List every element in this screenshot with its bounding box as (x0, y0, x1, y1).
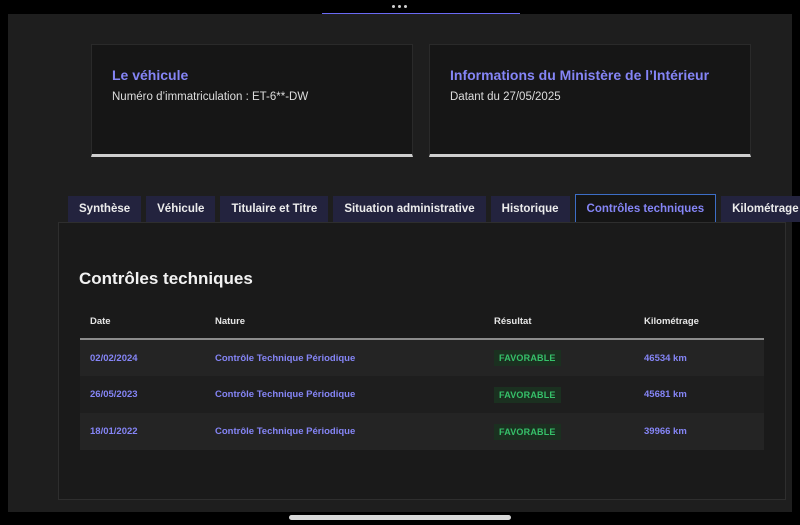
tab-synthese[interactable]: Synthèse (68, 196, 142, 222)
row-mileage: 39966 km (634, 413, 764, 450)
status-badge: FAVORABLE (494, 350, 561, 366)
column-header-mileage: Kilométrage (634, 305, 764, 340)
row-mileage: 46534 km (634, 339, 764, 376)
more-options-icon[interactable] (392, 2, 408, 10)
row-mileage: 45681 km (634, 376, 764, 413)
table-row: 02/02/2024 Contrôle Technique Périodique… (80, 339, 764, 376)
vehicle-card: Le véhicule Numéro d’immatriculation : E… (91, 44, 413, 157)
tab-situation-administrative[interactable]: Situation administrative (333, 196, 486, 222)
row-date: 18/01/2022 (80, 413, 205, 450)
ministry-info-card: Informations du Ministère de l’Intérieur… (429, 44, 751, 157)
status-badge: FAVORABLE (494, 386, 561, 403)
vehicle-card-title: Le véhicule (112, 67, 189, 83)
row-nature: Contrôle Technique Périodique (205, 413, 484, 450)
column-header-result: Résultat (484, 305, 634, 340)
row-result-cell: FAVORABLE (484, 413, 634, 450)
table-header-row: Date Nature Résultat Kilométrage (80, 305, 764, 340)
tab-bar: Synthèse Véhicule Titulaire et Titre Sit… (68, 194, 800, 223)
row-result-cell: FAVORABLE (484, 376, 634, 413)
home-indicator[interactable] (289, 515, 511, 520)
controles-panel: Contrôles techniques Date Nature Résulta… (58, 222, 786, 500)
ministry-card-title: Informations du Ministère de l’Intérieur (450, 67, 710, 83)
section-title: Contrôles techniques (79, 269, 253, 288)
column-header-nature: Nature (205, 305, 484, 340)
ministry-info-date: Datant du 27/05/2025 (450, 91, 561, 103)
page-screen: Le véhicule Numéro d’immatriculation : E… (8, 14, 800, 512)
status-badge: FAVORABLE (494, 423, 561, 440)
tab-titulaire-titre[interactable]: Titulaire et Titre (220, 196, 329, 222)
row-result-cell: FAVORABLE (484, 339, 634, 376)
controles-table: Date Nature Résultat Kilométrage 02/02/2… (80, 305, 764, 450)
tab-historique[interactable]: Historique (490, 196, 570, 222)
row-nature: Contrôle Technique Périodique (205, 376, 484, 413)
column-header-date: Date (80, 305, 205, 340)
row-nature: Contrôle Technique Périodique (205, 339, 484, 376)
tab-controles-techniques[interactable]: Contrôles techniques (574, 194, 717, 223)
table-row: 26/05/2023 Contrôle Technique Périodique… (80, 376, 764, 413)
tab-kilometrage[interactable]: Kilométrage (721, 196, 800, 222)
table-row: 18/01/2022 Contrôle Technique Périodique… (80, 413, 764, 450)
registration-number: Numéro d’immatriculation : ET-6**-DW (112, 91, 309, 103)
row-date: 02/02/2024 (80, 339, 205, 376)
tab-vehicule[interactable]: Véhicule (146, 196, 216, 222)
row-date: 26/05/2023 (80, 376, 205, 413)
